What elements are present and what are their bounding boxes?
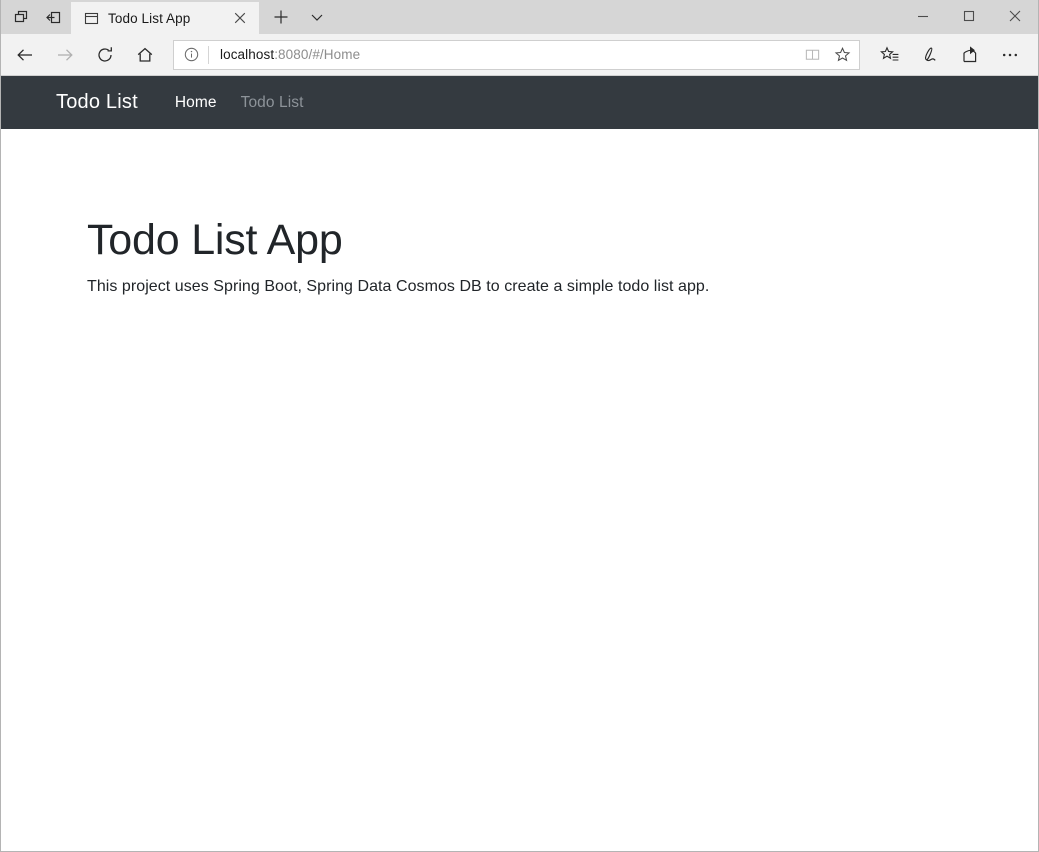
refresh-icon[interactable] [85, 37, 125, 73]
web-note-icon[interactable] [910, 37, 950, 73]
title-bar: Todo List App [1, 0, 1038, 34]
settings-more-icon[interactable] [990, 37, 1030, 73]
tab-title: Todo List App [108, 11, 218, 26]
window-controls [900, 0, 1038, 34]
page-content: Todo List App This project uses Spring B… [1, 129, 1038, 296]
minimize-icon[interactable] [900, 0, 946, 32]
set-tabs-aside-icon[interactable] [37, 2, 69, 32]
browser-window: Todo List App [0, 0, 1039, 852]
back-icon[interactable] [5, 37, 45, 73]
browser-tab[interactable]: Todo List App [71, 2, 259, 34]
page-icon [83, 10, 99, 26]
hub-icon[interactable] [870, 37, 910, 73]
url-text[interactable]: localhost:8080/#/Home [209, 47, 797, 62]
home-icon[interactable] [125, 37, 165, 73]
browser-toolbar: localhost:8080/#/Home [1, 34, 1038, 76]
info-circle-icon[interactable] [174, 41, 208, 69]
titlebar-left-buttons [1, 0, 71, 34]
nav-link-home[interactable]: Home [163, 94, 229, 112]
site-navbar: Todo List Home Todo List [1, 76, 1038, 129]
forward-icon[interactable] [45, 37, 85, 73]
web-page-viewport: Todo List Home Todo List Todo List App T… [1, 76, 1038, 851]
url-host: localhost [220, 47, 274, 62]
url-path: :8080/#/Home [274, 47, 360, 62]
close-icon[interactable] [227, 5, 253, 31]
address-bar[interactable]: localhost:8080/#/Home [173, 40, 860, 70]
page-title: Todo List App [87, 217, 1038, 264]
tab-actions [259, 0, 335, 34]
nav-link-todo-list[interactable]: Todo List [229, 94, 316, 112]
share-icon[interactable] [950, 37, 990, 73]
navbar-brand[interactable]: Todo List [56, 91, 138, 114]
show-set-aside-tabs-icon[interactable] [5, 2, 37, 32]
new-tab-icon[interactable] [263, 2, 299, 32]
close-window-icon[interactable] [992, 0, 1038, 32]
star-icon[interactable] [827, 41, 857, 69]
tab-strip: Todo List App [71, 0, 259, 34]
page-description: This project uses Spring Boot, Spring Da… [87, 278, 1038, 296]
maximize-icon[interactable] [946, 0, 992, 32]
reading-view-icon[interactable] [797, 41, 827, 69]
chevron-down-icon[interactable] [299, 2, 335, 32]
